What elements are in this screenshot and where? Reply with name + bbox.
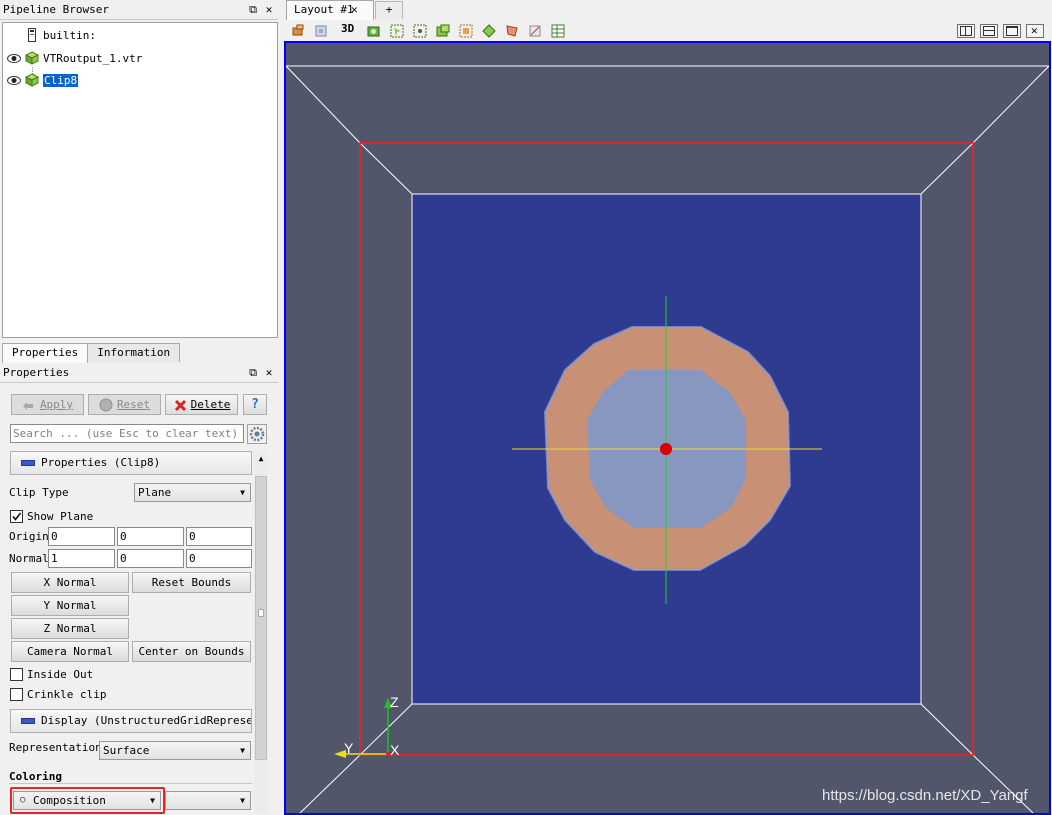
representation-label: Representation <box>9 741 102 754</box>
select-cells-icon[interactable] <box>389 23 405 39</box>
reset-label: Reset <box>116 398 151 411</box>
chevron-down-icon: ▼ <box>150 796 155 805</box>
clip-type-label: Clip Type <box>9 486 69 499</box>
y-normal-button[interactable]: Y Normal <box>11 595 129 616</box>
view-3d-toggle[interactable]: 3D <box>341 22 354 35</box>
inside-out-label: Inside Out <box>27 668 94 681</box>
origin-z-input[interactable]: 0 <box>186 527 252 546</box>
help-button[interactable]: ? <box>243 394 267 415</box>
clip-type-value: Plane <box>138 486 172 499</box>
normal-z-input[interactable]: 0 <box>186 549 252 568</box>
z-normal-button[interactable]: Z Normal <box>11 618 129 639</box>
chevron-down-icon: ▼ <box>240 746 245 755</box>
view-toolbar <box>286 21 1052 41</box>
spreadsheet-icon[interactable] <box>550 23 566 39</box>
check-icon <box>12 512 22 521</box>
tab-information[interactable]: Information <box>87 343 181 362</box>
grow-selection-icon[interactable] <box>527 23 543 39</box>
apply-button[interactable]: Apply <box>11 394 84 415</box>
chevron-down-icon: ▼ <box>240 488 245 497</box>
scroll-up-icon[interactable]: ▲ <box>254 452 268 466</box>
point-data-icon: ○ <box>20 795 26 805</box>
camera-normal-button[interactable]: Camera Normal <box>11 641 129 662</box>
reset-button[interactable]: Reset <box>88 394 161 415</box>
reset-bounds-button[interactable]: Reset Bounds <box>132 572 251 593</box>
representation-select[interactable]: Surface ▼ <box>99 741 251 760</box>
normal-y-input[interactable]: 0 <box>117 549 184 568</box>
origin-y-input[interactable]: 0 <box>117 527 184 546</box>
maximize-icon[interactable] <box>1003 24 1021 38</box>
origin-label: Origin <box>9 530 49 543</box>
x-normal-button[interactable]: X Normal <box>11 572 129 593</box>
close-icon[interactable]: ✕ <box>264 4 274 15</box>
render-view[interactable]: Z Y X <box>284 41 1051 815</box>
help-icon: ? <box>251 397 259 412</box>
split-vertical-icon[interactable] <box>980 24 998 38</box>
undock-icon[interactable]: ⧉ <box>248 367 258 378</box>
panel-tabs: Properties Information <box>2 343 181 363</box>
coloring-component-select[interactable]: ▼ <box>165 791 251 810</box>
apply-icon <box>23 402 33 410</box>
pipeline-browser-title-text: Pipeline Browser <box>3 3 109 16</box>
tab-layout-1[interactable]: Layout #1 ✕ <box>286 0 374 20</box>
camera-icon[interactable] <box>366 23 382 39</box>
select-block-icon[interactable] <box>458 23 474 39</box>
pipeline-browser-title: Pipeline Browser ⧉ ✕ <box>0 0 278 20</box>
close-icon[interactable]: ✕ <box>264 367 274 378</box>
display-section-label: Display (UnstructuredGridRepresen <box>41 714 252 727</box>
coloring-select[interactable]: ○ Composition ▼ <box>13 791 161 810</box>
crinkle-clip-checkbox[interactable] <box>10 688 23 701</box>
clip-type-select[interactable]: Plane ▼ <box>134 483 251 502</box>
axis-y-label: Y <box>344 740 354 756</box>
polygon-select-icon[interactable] <box>504 23 520 39</box>
crinkle-clip-label: Crinkle clip <box>27 688 107 701</box>
properties-section-header[interactable]: Properties (Clip8) <box>10 451 252 475</box>
search-input[interactable]: Search ... (use Esc to clear text) <box>10 424 244 443</box>
coloring-divider <box>9 783 252 784</box>
delete-button[interactable]: Delete <box>165 394 238 415</box>
close-view-icon[interactable]: ✕ <box>1026 24 1044 38</box>
watermark: https://blog.csdn.net/XD_Yangf <box>822 787 1028 804</box>
interactive-select-icon[interactable] <box>481 23 497 39</box>
close-icon[interactable]: ✕ <box>351 1 358 19</box>
select-points-icon[interactable] <box>412 23 428 39</box>
properties-title: Properties ⧉ ✕ <box>0 363 278 383</box>
origin-x-input[interactable]: 0 <box>48 527 115 546</box>
apply-label: Apply <box>39 398 74 411</box>
select-frustum-icon[interactable] <box>435 23 451 39</box>
representation-value: Surface <box>103 744 150 757</box>
normal-label: Normal <box>9 552 49 565</box>
scroll-thumb[interactable] <box>255 476 267 760</box>
render-scene <box>286 65 1049 813</box>
coloring-label: Coloring <box>9 770 62 783</box>
axis-x-label: X <box>390 742 400 758</box>
tree-connectors <box>32 67 33 75</box>
show-plane-label: Show Plane <box>27 510 94 523</box>
new-layout-tab[interactable]: + <box>375 1 403 19</box>
center-on-bounds-button[interactable]: Center on Bounds <box>132 641 251 662</box>
properties-section-label: Properties (Clip8) <box>41 456 161 469</box>
axis-z-label: Z <box>390 694 399 710</box>
delete-icon <box>174 399 187 412</box>
gear-icon[interactable] <box>247 424 267 444</box>
undock-icon[interactable]: ⧉ <box>248 4 258 15</box>
properties-scrollbar[interactable]: ▲ <box>254 452 268 814</box>
inside-out-checkbox[interactable] <box>10 668 23 681</box>
reset-icon <box>99 398 113 412</box>
coloring-value: Composition <box>33 794 106 807</box>
reset-camera-icon[interactable] <box>290 23 306 39</box>
show-plane-checkbox[interactable] <box>10 510 23 523</box>
zoom-data-icon[interactable] <box>313 23 329 39</box>
delete-label: Delete <box>190 398 231 411</box>
normal-x-input[interactable]: 1 <box>48 549 115 568</box>
pipeline-tree[interactable]: builtin: VTRoutput_1.vtr Clip8 <box>2 22 278 338</box>
properties-title-text: Properties <box>3 366 70 379</box>
display-section-header[interactable]: Display (UnstructuredGridRepresen <box>10 709 252 733</box>
chevron-down-icon: ▼ <box>240 796 245 805</box>
tab-properties[interactable]: Properties <box>2 343 89 363</box>
layout-tab-label: Layout #1 <box>294 3 354 16</box>
split-horizontal-icon[interactable] <box>957 24 975 38</box>
